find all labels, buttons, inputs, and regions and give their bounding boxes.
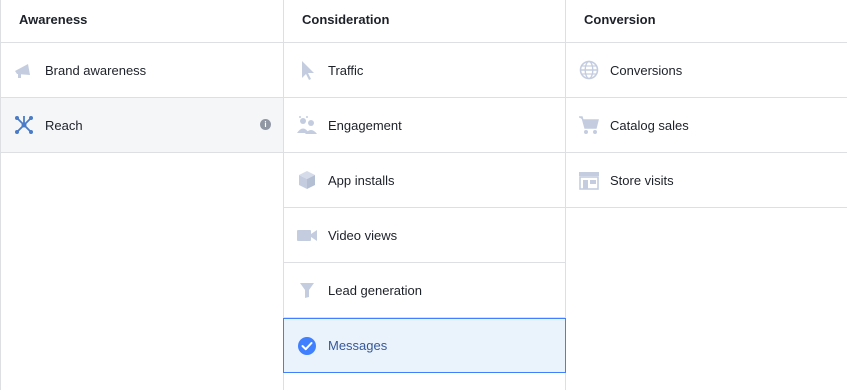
- megaphone-icon: [12, 58, 36, 82]
- conversion-column: Conversion Conversions Catalog sales Sto…: [566, 0, 847, 390]
- awareness-column: Awareness Brand awareness Reach i: [0, 0, 284, 390]
- objective-brand-awareness[interactable]: Brand awareness: [1, 43, 284, 98]
- objective-label: Catalog sales: [610, 117, 689, 133]
- objective-traffic[interactable]: Traffic: [284, 43, 565, 98]
- objective-lead-generation[interactable]: Lead generation: [284, 263, 565, 318]
- consideration-header: Consideration: [284, 0, 565, 43]
- video-camera-icon: [295, 223, 319, 247]
- cursor-icon: [295, 58, 319, 82]
- objective-label: Store visits: [610, 172, 674, 188]
- objective-label: Traffic: [328, 62, 364, 78]
- objective-label: Lead generation: [328, 282, 422, 298]
- people-icon: [295, 113, 319, 137]
- checkmark-icon: [295, 334, 319, 358]
- funnel-icon: [295, 278, 319, 302]
- conversion-header: Conversion: [566, 0, 847, 43]
- objective-label: Messages: [328, 338, 388, 353]
- info-icon[interactable]: i: [260, 119, 271, 130]
- objective-label: Brand awareness: [45, 62, 147, 78]
- storefront-icon: [577, 168, 601, 192]
- objective-video-views[interactable]: Video views: [284, 208, 565, 263]
- objective-app-installs[interactable]: App installs: [284, 153, 565, 208]
- objective-label: App installs: [328, 172, 395, 188]
- objective-messages[interactable]: Messages: [283, 318, 566, 373]
- consideration-column: Consideration Traffic Engagement App ins…: [283, 0, 566, 390]
- objective-label: Video views: [328, 227, 398, 243]
- objective-label: Reach: [45, 117, 83, 133]
- objective-reach[interactable]: Reach i: [1, 98, 284, 153]
- objective-label: Conversions: [610, 62, 683, 78]
- globe-icon: [577, 58, 601, 82]
- awareness-header: Awareness: [1, 0, 284, 43]
- objective-conversions[interactable]: Conversions: [566, 43, 847, 98]
- box-icon: [295, 168, 319, 192]
- objective-label: Engagement: [328, 117, 402, 133]
- objective-store-visits[interactable]: Store visits: [566, 153, 847, 208]
- shopping-cart-icon: [577, 113, 601, 137]
- objective-engagement[interactable]: Engagement: [284, 98, 565, 153]
- objective-catalog-sales[interactable]: Catalog sales: [566, 98, 847, 153]
- reach-icon: [12, 113, 36, 137]
